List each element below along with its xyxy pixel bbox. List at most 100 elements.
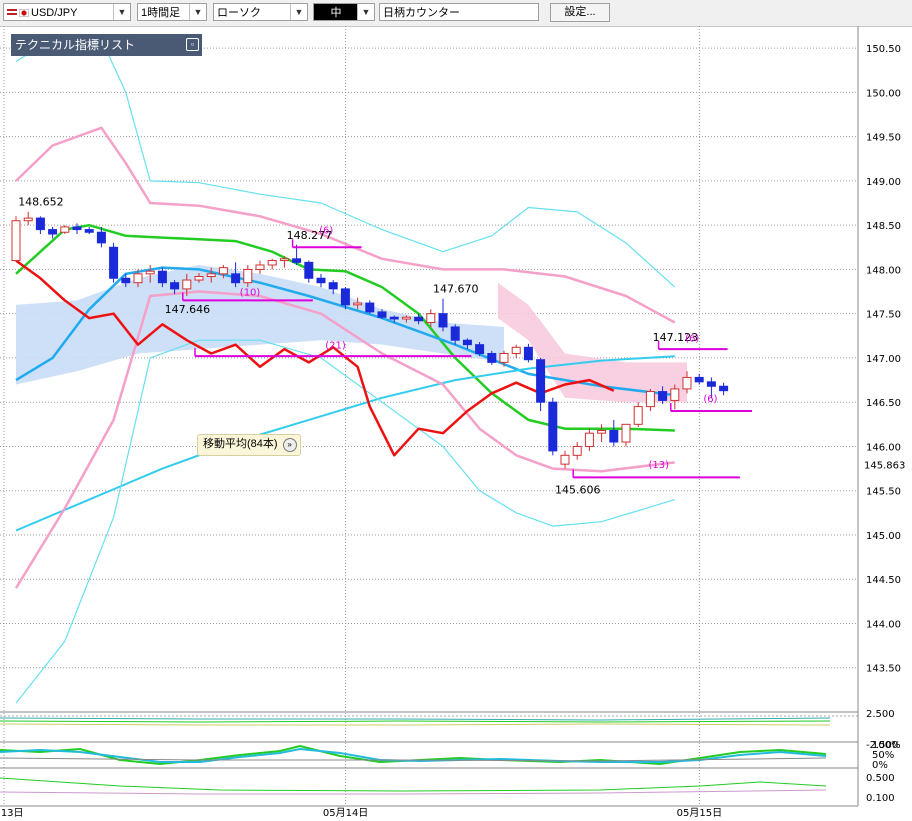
candle-body — [304, 261, 314, 279]
candle-body — [621, 423, 631, 443]
y-tick-label: 145.50 — [866, 487, 901, 498]
candle-body — [243, 268, 253, 284]
moving-average-text: 移動平均(84本) — [203, 438, 278, 450]
candle-body — [560, 454, 570, 465]
candle-body — [401, 316, 411, 320]
price-annotation: 145.606 — [555, 483, 601, 496]
indicator-list-title: テクニカル指標リスト — [15, 38, 136, 52]
candle-body — [267, 260, 277, 266]
candle-body — [279, 258, 289, 262]
candle-body — [96, 231, 106, 244]
candle-body — [462, 339, 472, 346]
candle-body — [523, 346, 533, 361]
candle-body — [609, 430, 619, 443]
x-tick-label: 05月14日 — [323, 807, 368, 819]
candle-body — [292, 258, 302, 263]
y-tick-label: 149.00 — [866, 177, 901, 188]
expand-icon[interactable]: » — [282, 438, 297, 452]
candle-body — [23, 217, 33, 222]
candle-body — [475, 344, 485, 355]
sub-axis-label: 2.500 — [866, 709, 895, 720]
candle-body — [645, 391, 655, 408]
candle-body — [597, 430, 607, 434]
sub-axis-label: 0% — [872, 760, 888, 771]
sub-panels — [0, 711, 858, 795]
candle-body — [35, 217, 45, 231]
y-tick-label: 144.50 — [866, 575, 901, 586]
candle-body — [511, 346, 521, 355]
candle-body — [572, 445, 582, 456]
y-tick-label: 143.50 — [866, 664, 901, 675]
sub-line-c — [0, 777, 827, 792]
candle-body — [694, 376, 704, 383]
counter-label: (10) — [240, 288, 261, 299]
sub-line-a2 — [0, 720, 831, 723]
candle-body — [11, 220, 21, 262]
sub-axis-label: 0.500 — [866, 773, 895, 784]
candle-body — [157, 270, 167, 284]
sub-line-a — [0, 717, 831, 721]
y-tick-label: 144.00 — [866, 619, 901, 630]
y-tick-label: 148.00 — [866, 265, 901, 276]
candle-body — [194, 276, 204, 281]
sub-axis-label: 0.100 — [866, 793, 895, 804]
candle-body — [426, 313, 436, 324]
candle-body — [719, 385, 729, 392]
candle-body — [706, 381, 716, 387]
candle-body — [584, 432, 594, 447]
candle-body — [255, 264, 265, 270]
candle-body — [218, 267, 228, 275]
y-tick-label: 145.00 — [866, 531, 901, 542]
y-tick-label: 150.50 — [866, 44, 901, 55]
candle-body — [536, 359, 546, 403]
candle-body — [670, 388, 680, 401]
x-tick-label: 5月13日 — [0, 807, 24, 819]
candle-body — [84, 229, 94, 233]
grid — [0, 26, 858, 806]
candle-body — [499, 353, 509, 363]
y-tick-label: 146.50 — [866, 398, 901, 409]
candle-body — [682, 376, 692, 390]
x-tick-label: 05月15日 — [677, 807, 722, 819]
candle-body — [450, 326, 460, 341]
candle-body — [487, 353, 497, 363]
counter-label: (6) — [685, 334, 699, 345]
counter-label: (6) — [319, 226, 333, 237]
indicator-list-panel[interactable]: テクニカル指標リスト ▫ — [11, 34, 202, 56]
candle-body — [170, 282, 180, 290]
candle-body — [145, 270, 155, 275]
y-tick-label: 146.00 — [866, 442, 901, 453]
candle-body — [633, 406, 643, 425]
candle-body — [133, 273, 143, 284]
candle-body — [389, 316, 399, 320]
moving-average-label[interactable]: 移動平均(84本) » — [197, 434, 301, 456]
y-tick-label: 147.50 — [866, 310, 901, 321]
candle-body — [109, 246, 119, 279]
counter-label: (6) — [703, 394, 717, 405]
price-annotation: 148.652 — [18, 196, 64, 209]
candle-body — [340, 288, 350, 306]
candle-body — [72, 226, 82, 231]
candle-body — [377, 311, 387, 318]
candle-body — [658, 391, 668, 401]
y-tick-label: 147.00 — [866, 354, 901, 365]
price-annotation: 147.670 — [433, 283, 479, 296]
candle-body — [365, 302, 375, 313]
last-price-label: 145.863 — [864, 461, 905, 472]
candle-body — [414, 316, 424, 322]
candle-body — [48, 229, 58, 235]
candle-body — [206, 273, 216, 278]
y-tick-label: 148.50 — [866, 221, 901, 232]
candle-body — [353, 302, 363, 306]
y-tick-label: 149.50 — [866, 133, 901, 144]
candle-body — [328, 282, 338, 290]
candle-body — [316, 277, 326, 284]
candle-body — [231, 273, 241, 284]
price-chart[interactable]: 148.652148.277147.646147.670145.606147.1… — [0, 0, 912, 821]
y-tick-label: 150.00 — [866, 88, 901, 99]
candle-body — [60, 226, 70, 233]
counter-label: (21) — [325, 341, 346, 352]
candle-body — [548, 401, 558, 452]
candle-body — [438, 313, 448, 328]
collapse-icon[interactable]: ▫ — [186, 38, 199, 51]
